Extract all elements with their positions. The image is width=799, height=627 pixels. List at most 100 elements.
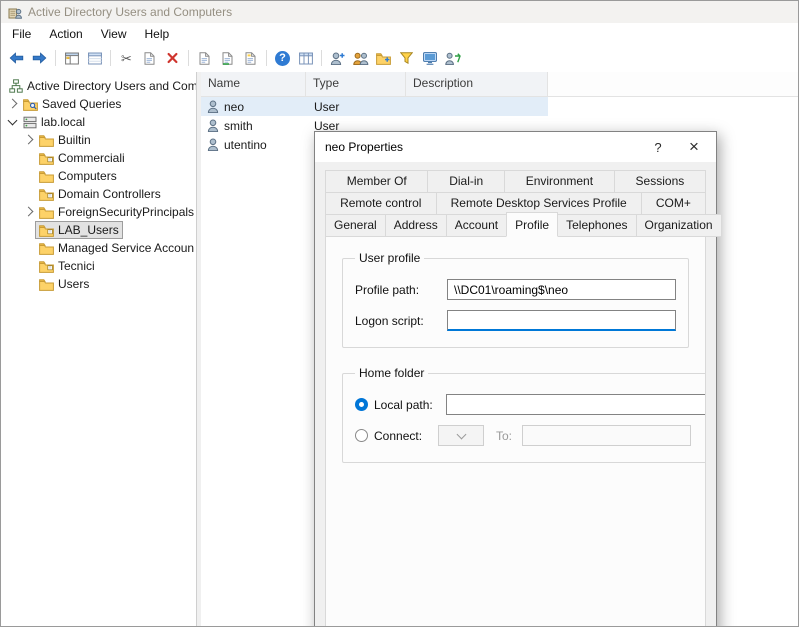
columns-button[interactable]: [294, 47, 317, 70]
chevron-down-icon[interactable]: [5, 120, 19, 124]
new-user-icon: [330, 52, 345, 65]
list-header: NameTypeDescription: [201, 72, 798, 97]
list-cell-name: smith: [201, 119, 306, 133]
tab-general[interactable]: General: [325, 214, 386, 237]
dialog-close-button[interactable]: ×: [676, 132, 712, 162]
container-folder-icon: [39, 278, 54, 291]
tab-environment[interactable]: Environment: [504, 170, 615, 193]
tree-item-lab-local[interactable]: lab.local: [1, 113, 196, 131]
new-ou-button[interactable]: [372, 47, 395, 70]
chevron-right-icon[interactable]: [21, 210, 35, 215]
connect-path-input[interactable]: [522, 425, 691, 446]
tree-item-saved-queries[interactable]: Saved Queries: [1, 95, 196, 113]
tab-remote-control[interactable]: Remote control: [325, 192, 437, 215]
logon-script-input[interactable]: [447, 310, 676, 331]
new-group-button[interactable]: [349, 47, 372, 70]
tree-item-content: ForeignSecurityPrincipals: [35, 203, 196, 221]
column-header-description[interactable]: Description: [406, 72, 548, 96]
app-icon: [8, 5, 22, 19]
columns-icon: [299, 52, 313, 65]
tree-item-users[interactable]: Users: [1, 275, 196, 293]
tab-organization[interactable]: Organization: [636, 214, 722, 237]
console-tree: Active Directory Users and Com Saved Quer…: [1, 72, 196, 626]
tree-item-domain-controllers[interactable]: Domain Controllers: [1, 185, 196, 203]
export-list-button[interactable]: [193, 47, 216, 70]
tree-item-label: Active Directory Users and Com: [27, 79, 196, 93]
ou-folder-icon: [39, 260, 54, 273]
user-icon: [207, 119, 219, 132]
home-folder-legend: Home folder: [355, 366, 428, 380]
toolbar: ✂?: [1, 44, 798, 73]
tab-profile[interactable]: Profile: [506, 212, 558, 237]
filter-button[interactable]: [395, 47, 418, 70]
tree-item-lab-users[interactable]: LAB_Users: [1, 221, 196, 239]
tree-item-tecnici[interactable]: Tecnici: [1, 257, 196, 275]
container-folder-icon: [39, 170, 54, 183]
column-header-type[interactable]: Type: [306, 72, 406, 96]
list-cell-name: utentino: [201, 138, 306, 152]
add-member-button[interactable]: [441, 47, 464, 70]
dialog-title: neo Properties: [325, 140, 403, 154]
list-view-button[interactable]: [83, 47, 106, 70]
chevron-right-icon[interactable]: [21, 138, 35, 143]
tree-item-commerciali[interactable]: Commerciali: [1, 149, 196, 167]
tree-item-managed-service-accoun[interactable]: Managed Service Accoun: [1, 239, 196, 257]
tree-item-label: Computers: [58, 169, 117, 183]
tab-row-3: GeneralAddressAccountProfileTelephonesOr…: [325, 214, 706, 237]
tab-address[interactable]: Address: [385, 214, 447, 237]
dialog-help-button[interactable]: ?: [640, 132, 676, 162]
help-icon: ?: [275, 51, 290, 66]
paste-icon: [144, 52, 155, 65]
tab-member-of[interactable]: Member Of: [325, 170, 428, 193]
menu-action[interactable]: Action: [40, 24, 91, 44]
column-header-name[interactable]: Name: [201, 72, 306, 96]
toolbar-separator: [188, 50, 189, 66]
save-list-button[interactable]: [216, 47, 239, 70]
local-path-input[interactable]: [446, 394, 706, 415]
tab-com[interactable]: COM+: [641, 192, 706, 215]
tree-item-content: Domain Controllers: [35, 185, 165, 203]
print-list-button[interactable]: [239, 47, 262, 70]
chevron-down-icon: [456, 430, 466, 440]
tab-account[interactable]: Account: [446, 214, 507, 237]
paste-button[interactable]: [138, 47, 161, 70]
new-user-button[interactable]: [326, 47, 349, 70]
tree-item-label: Managed Service Accoun: [58, 241, 194, 255]
add-member-icon: [445, 52, 461, 65]
user-profile-legend: User profile: [355, 251, 424, 265]
tree-item-active-directory-users-and-com[interactable]: Active Directory Users and Com: [1, 77, 196, 95]
toolbar-separator: [266, 50, 267, 66]
aduc-window: Active Directory Users and Computers Fil…: [0, 0, 799, 627]
tab-dial-in[interactable]: Dial-in: [427, 170, 504, 193]
user-icon: [207, 100, 219, 113]
print-list-icon: [245, 52, 256, 65]
drive-letter-dropdown[interactable]: [438, 425, 484, 446]
tree-item-computers[interactable]: Computers: [1, 167, 196, 185]
logon-script-row: Logon script:: [355, 310, 676, 331]
delete-button[interactable]: [161, 47, 184, 70]
cut-button[interactable]: ✂: [115, 47, 138, 70]
show-tree-button[interactable]: [60, 47, 83, 70]
tree-item-builtin[interactable]: Builtin: [1, 131, 196, 149]
tab-telephones[interactable]: Telephones: [557, 214, 636, 237]
menu-file[interactable]: File: [3, 24, 40, 44]
back-button[interactable]: [5, 47, 28, 70]
menu-view[interactable]: View: [92, 24, 136, 44]
menu-help[interactable]: Help: [136, 24, 179, 44]
help-button[interactable]: ?: [271, 47, 294, 70]
forward-button[interactable]: [28, 47, 51, 70]
export-list-icon: [199, 52, 210, 65]
chevron-right-icon[interactable]: [5, 102, 19, 107]
tree-item-foreignsecurityprincipals[interactable]: ForeignSecurityPrincipals: [1, 203, 196, 221]
back-icon: [9, 52, 24, 64]
profile-path-input[interactable]: [447, 279, 676, 300]
connect-radio[interactable]: [355, 429, 368, 442]
local-path-row: Local path:: [355, 394, 706, 415]
find-button[interactable]: [418, 47, 441, 70]
list-row-neo[interactable]: neoUser: [201, 97, 548, 116]
tab-sessions[interactable]: Sessions: [614, 170, 706, 193]
to-label: To:: [496, 429, 512, 443]
tree-item-label: Commerciali: [58, 151, 125, 165]
local-path-radio[interactable]: [355, 398, 368, 411]
filter-icon: [400, 52, 413, 64]
